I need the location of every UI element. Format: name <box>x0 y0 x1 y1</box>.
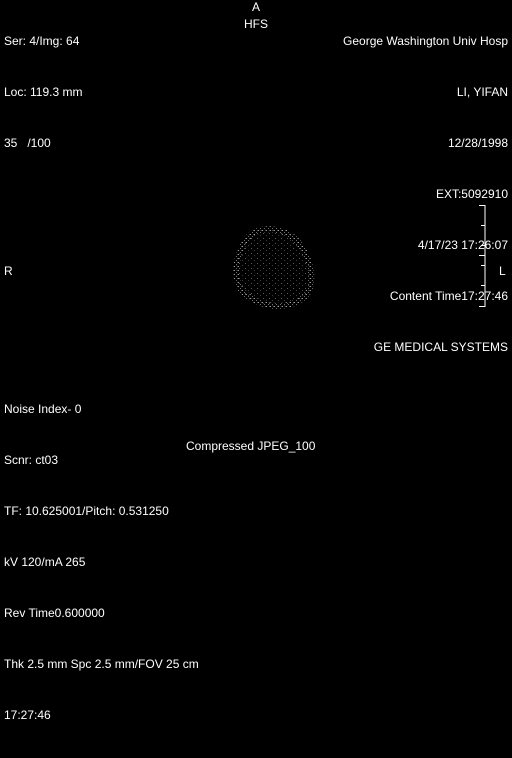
left-orientation-label: L <box>499 264 506 278</box>
manufacturer-label: GE MEDICAL SYSTEMS <box>373 340 508 354</box>
rev-time-label: Rev Time0.600000 <box>4 606 105 620</box>
top-right-overlay: George Washington Univ Hosp LI, YIFAN 12… <box>343 0 508 390</box>
scanner-label: Scnr: ct03 <box>4 453 59 467</box>
ct-image-viewport[interactable]: Ser: 4/Img: 64 Loc: 119.3 mm 35 /100 A H… <box>0 0 512 722</box>
ct-scan-slice-image <box>233 226 315 310</box>
top-left-overlay: Ser: 4/Img: 64 Loc: 119.3 mm 35 /100 <box>4 0 82 186</box>
noise-index-label: Noise Index- 0 <box>4 402 82 416</box>
thickness-spacing-fov-label: Thk 2.5 mm Spc 2.5 mm/FOV 25 cm <box>4 657 199 671</box>
institution-label: George Washington Univ Hosp <box>343 34 508 48</box>
window-level-label: 35 /100 <box>4 136 51 150</box>
exam-number-label: EXT:5092910 <box>435 187 508 201</box>
slice-location-label: Loc: 119.3 mm <box>4 85 83 99</box>
patient-dob-label: 12/28/1998 <box>447 136 508 150</box>
series-image-label: Ser: 4/Img: 64 <box>4 34 80 48</box>
distance-scale-ruler <box>479 205 486 307</box>
top-center-overlay: A HFS <box>200 0 312 33</box>
patient-position-label: HFS <box>244 17 268 31</box>
acquisition-time-label: 17:27:46 <box>4 708 51 722</box>
right-orientation-label: R <box>4 264 13 278</box>
patient-name-label: LI, YIFAN <box>456 85 508 99</box>
bottom-left-overlay: Noise Index- 0 Scnr: ct03 TF: 10.625001/… <box>4 367 199 758</box>
compression-label: Compressed JPEG_100 <box>186 439 316 453</box>
anterior-orientation-label: A <box>251 0 260 14</box>
kv-ma-label: kV 120/mA 265 <box>4 555 86 569</box>
